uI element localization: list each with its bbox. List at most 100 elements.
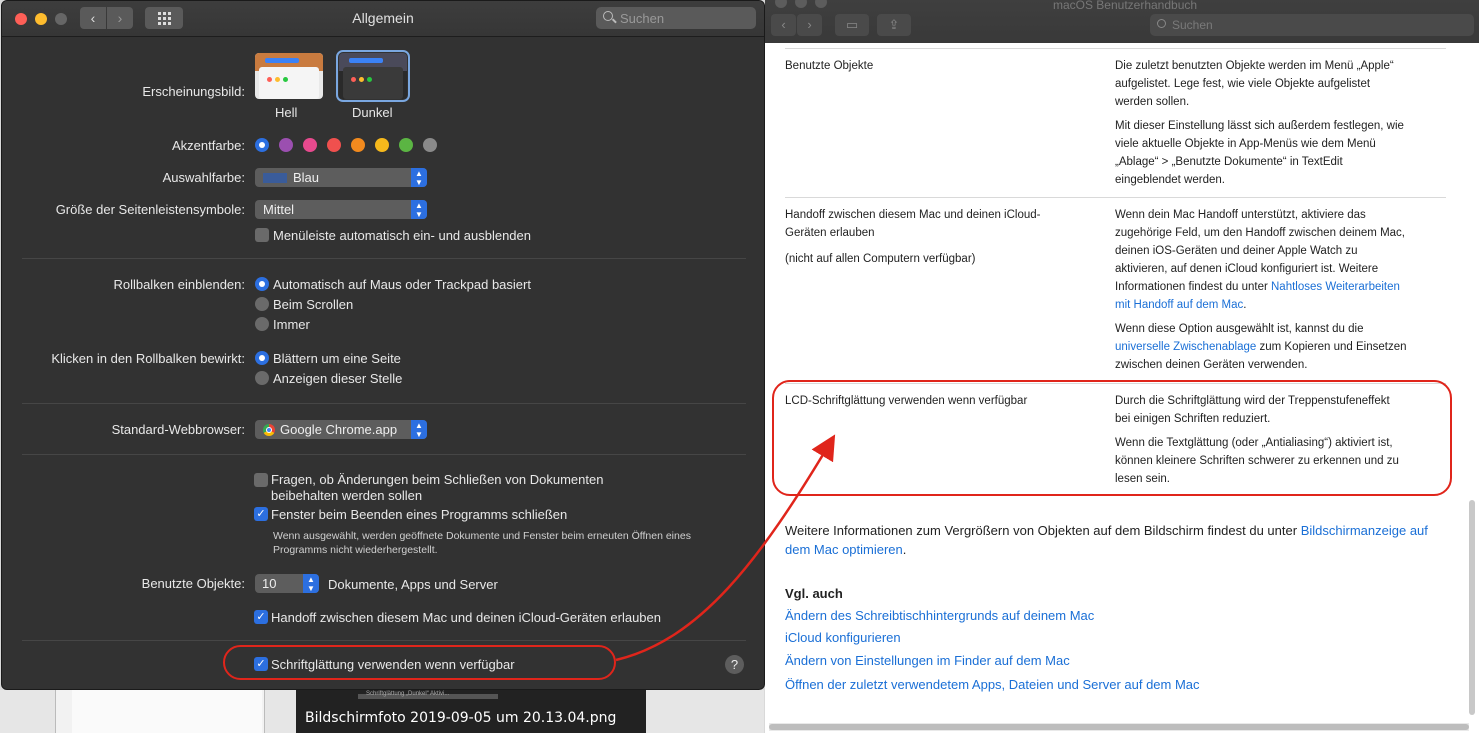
help-viewer-window: macOS Benutzerhandbuch ‹ › ▭ ⇪ Benutzte … — [765, 0, 1479, 733]
accent-color-swatch[interactable] — [303, 138, 317, 152]
see-also-link[interactable]: Öffnen der zuletzt verwendetem Apps, Dat… — [785, 677, 1200, 692]
chevron-left-icon: ‹ — [90, 10, 96, 26]
menubar-autohide-label: Menüleiste automatisch ein- und ausblend… — [273, 228, 532, 243]
desktop-background: Schriftglättung „Dunkel“ Aktivi... Bilds… — [0, 690, 764, 733]
accent-color-swatch[interactable] — [423, 138, 437, 152]
search-input[interactable] — [620, 9, 748, 27]
click-scrollbar-label: Klicken in den Rollbalken bewirkt: — [51, 351, 245, 366]
click-next-page-radio[interactable] — [255, 351, 269, 365]
scrollbars-always-label: Immer — [273, 317, 310, 332]
recent-items-stepper[interactable]: 10 ▲ ▼ — [255, 574, 319, 593]
search-icon — [1157, 19, 1166, 28]
appearance-light-thumbnail[interactable] — [255, 53, 323, 99]
table-term: LCD-Schriftglättung verwenden wenn verfü… — [785, 395, 1028, 407]
window-title: Allgemein — [352, 10, 414, 26]
sidebar-icon-size-value: Mittel — [263, 202, 295, 217]
help-search-field[interactable] — [1150, 14, 1474, 36]
more-info-paragraph: Weitere Informationen zum Vergrößern von… — [785, 523, 1428, 557]
back-button[interactable]: ‹ — [771, 14, 796, 36]
sidebar-icon-size-popup[interactable]: Mittel ▲ ▼ — [255, 200, 427, 219]
ask-keep-changes-label-line2: beibehalten werden sollen — [271, 488, 423, 503]
table-description: Die zuletzt benutzten Objekte werden im … — [1115, 60, 1404, 186]
zoom-window-button[interactable] — [55, 13, 67, 25]
accent-color-swatch[interactable] — [327, 138, 341, 152]
chevron-left-icon: ‹ — [781, 17, 786, 32]
table-description: Durch die Schriftglättung wird der Trepp… — [1115, 395, 1399, 485]
search-field[interactable] — [596, 7, 756, 29]
share-icon: ⇪ — [888, 17, 900, 32]
divider — [22, 258, 746, 259]
scrollbars-auto-radio[interactable] — [255, 277, 269, 291]
accent-color-swatch[interactable] — [351, 138, 365, 152]
help-search-input[interactable] — [1172, 16, 1462, 34]
horizontal-scrollbar[interactable] — [769, 723, 1469, 731]
scrollbars-scrolling-label: Beim Scrollen — [273, 297, 354, 312]
close-windows-note-line2: Programms nicht wiederhergestellt. — [273, 544, 438, 556]
close-windows-label: Fenster beim Beenden eines Programms sch… — [271, 507, 568, 522]
scrollbars-auto-label: Automatisch auf Maus oder Trackpad basie… — [273, 277, 531, 292]
handoff-label: Handoff zwischen diesem Mac und deinen i… — [271, 610, 661, 625]
show-all-button[interactable] — [145, 7, 183, 29]
updown-arrows-icon: ▲ ▼ — [411, 200, 427, 219]
ask-keep-changes-checkbox[interactable] — [254, 473, 268, 487]
zoom-window-button[interactable] — [815, 0, 827, 8]
divider — [22, 454, 746, 455]
font-smoothing-checkbox[interactable]: ✓ — [254, 657, 268, 671]
desktop-window-fragment-inner — [72, 690, 262, 733]
table-divider — [785, 383, 1446, 384]
menubar-autohide-checkbox[interactable] — [255, 228, 269, 242]
see-also-link[interactable]: Ändern von Einstellungen im Finder auf d… — [785, 653, 1070, 668]
accent-color-swatch[interactable] — [375, 138, 389, 152]
see-also-link[interactable]: iCloud konfigurieren — [785, 630, 901, 645]
accent-color-swatch[interactable] — [279, 138, 293, 152]
table-description: Wenn dein Mac Handoff unterstützt, aktiv… — [1115, 209, 1407, 371]
table-term: Handoff zwischen diesem Mac und deinen i… — [785, 209, 1041, 265]
table-divider — [785, 48, 1446, 49]
default-browser-label: Standard-Webbrowser: — [111, 422, 245, 437]
see-also-heading: Vgl. auch — [785, 586, 843, 601]
screenshot-file-preview[interactable]: Schriftglättung „Dunkel“ Aktivi... Bilds… — [296, 690, 646, 733]
scrollbars-always-radio[interactable] — [255, 317, 269, 331]
handoff-checkbox[interactable]: ✓ — [254, 610, 268, 624]
default-browser-popup[interactable]: Google Chrome.app ▲ ▼ — [255, 420, 427, 439]
appearance-dark-label: Dunkel — [352, 105, 393, 120]
recent-items-suffix: Dokumente, Apps und Server — [328, 577, 498, 592]
accent-color-swatch[interactable] — [399, 138, 413, 152]
share-button[interactable]: ⇪ — [877, 14, 911, 36]
click-jump-label: Anzeigen dieser Stelle — [273, 371, 403, 386]
screenshot-file-name[interactable]: Bildschirmfoto 2019-09-05 um 20.13.04.pn… — [305, 710, 616, 726]
checkmark-icon: ✓ — [256, 611, 266, 623]
forward-button[interactable]: › — [797, 14, 822, 36]
appearance-dark-thumbnail[interactable] — [336, 50, 410, 102]
search-icon — [603, 11, 613, 21]
universal-clipboard-link[interactable]: universelle Zwischenablage — [1115, 341, 1256, 353]
scrollbars-scrolling-radio[interactable] — [255, 297, 269, 311]
close-window-button[interactable] — [775, 0, 787, 8]
click-next-page-label: Blättern um eine Seite — [273, 351, 401, 366]
minimize-window-button[interactable] — [35, 13, 47, 25]
sidebar-toggle-button[interactable]: ▭ — [835, 14, 869, 36]
see-also-link[interactable]: Ändern des Schreibtischhintergrunds auf … — [785, 608, 1094, 623]
accent-color-swatch[interactable] — [255, 138, 269, 152]
handoff-help-link-cont[interactable]: mit Handoff auf dem Mac — [1115, 299, 1243, 311]
divider — [22, 403, 746, 404]
close-window-button[interactable] — [15, 13, 27, 25]
sidebar-icon: ▭ — [845, 17, 859, 32]
chevron-right-icon: › — [807, 17, 812, 32]
vertical-scrollbar[interactable] — [1469, 500, 1475, 715]
chrome-icon — [263, 424, 275, 436]
help-window-title: macOS Benutzerhandbuch — [1052, 0, 1198, 12]
minimize-window-button[interactable] — [795, 0, 807, 8]
accent-color-label: Akzentfarbe: — [172, 138, 245, 153]
default-browser-value: Google Chrome.app — [280, 422, 398, 437]
help-button[interactable]: ? — [725, 655, 744, 674]
highlight-color-popup[interactable]: Blau ▲ ▼ — [255, 168, 427, 187]
handoff-help-link[interactable]: Nahtloses Weiterarbeiten — [1271, 281, 1400, 293]
display-optimize-link[interactable]: Bildschirmanzeige — [1301, 523, 1407, 538]
font-smoothing-label: Schriftglättung verwenden wenn verfügbar — [271, 657, 515, 672]
click-jump-radio[interactable] — [255, 371, 269, 385]
forward-button[interactable]: › — [107, 7, 133, 29]
table-divider — [785, 197, 1446, 198]
close-windows-checkbox[interactable]: ✓ — [254, 507, 268, 521]
back-button[interactable]: ‹ — [80, 7, 106, 29]
